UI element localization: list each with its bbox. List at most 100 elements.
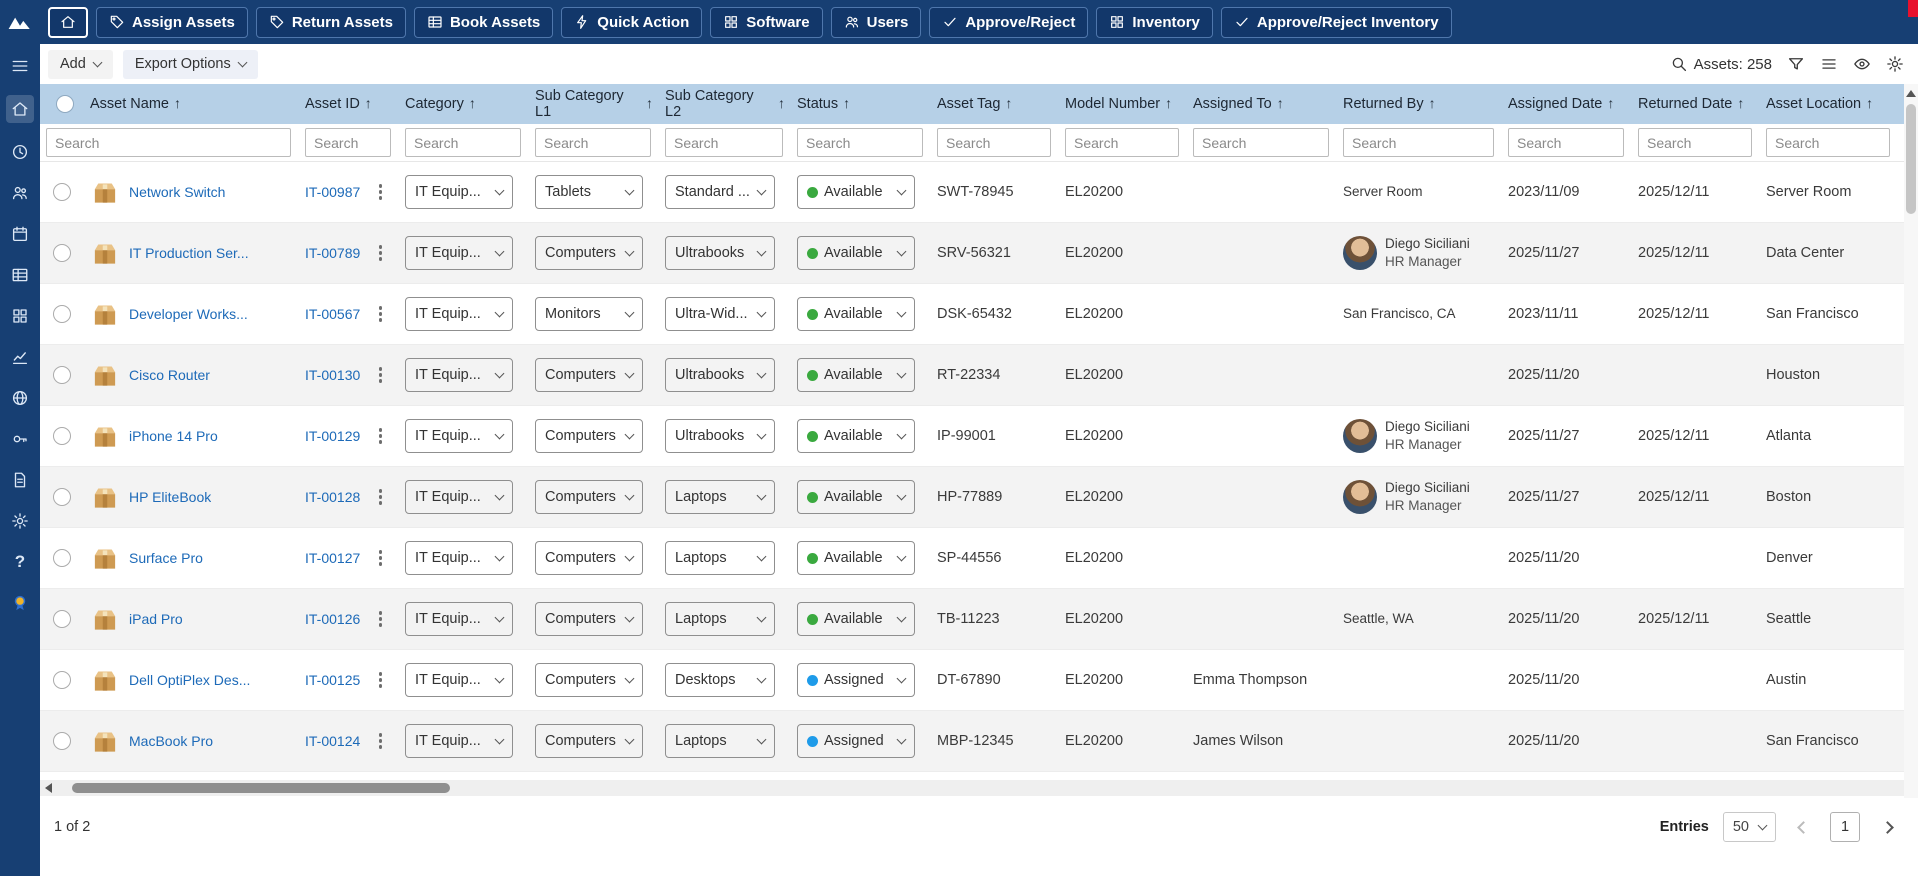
current-page-button[interactable]: 1 — [1830, 812, 1860, 842]
row-menu-icon[interactable] — [376, 547, 386, 569]
inventory-button[interactable]: Inventory — [1096, 6, 1213, 38]
assign-assets-button[interactable]: Assign Assets — [96, 6, 248, 38]
search-input-status[interactable] — [797, 128, 923, 157]
vertical-scrollbar-thumb[interactable] — [1906, 104, 1916, 214]
sidebar-item-rewards[interactable] — [6, 591, 34, 615]
sort-asc-icon[interactable] — [646, 96, 653, 112]
search-input-category[interactable] — [405, 128, 521, 157]
book-assets-button[interactable]: Book Assets — [413, 6, 554, 38]
sort-asc-icon[interactable] — [1737, 96, 1744, 112]
sidebar-item-tools[interactable] — [6, 427, 34, 451]
status-dropdown[interactable]: Available — [797, 541, 915, 575]
sub-category-l1-dropdown[interactable]: Tablets — [535, 175, 643, 209]
software-button[interactable]: Software — [710, 6, 823, 38]
sidebar-item-reports[interactable] — [6, 345, 34, 369]
prev-page-button[interactable] — [1790, 814, 1816, 840]
sidebar-item-documents[interactable] — [6, 468, 34, 492]
col-header-sub-category-l1[interactable]: Sub Category L1 — [529, 84, 659, 124]
row-select-radio[interactable] — [53, 305, 71, 323]
col-header-sub-category-l2[interactable]: Sub Category L2 — [659, 84, 791, 124]
return-assets-button[interactable]: Return Assets — [255, 6, 406, 38]
status-dropdown[interactable]: Available — [797, 419, 915, 453]
asset-id-link[interactable]: IT-00126 — [305, 611, 360, 627]
asset-name-link[interactable]: Surface Pro — [129, 550, 203, 566]
col-header-status[interactable]: Status — [791, 84, 931, 124]
asset-id-link[interactable]: IT-00127 — [305, 550, 360, 566]
sidebar-item-settings[interactable] — [6, 509, 34, 533]
status-dropdown[interactable]: Available — [797, 297, 915, 331]
row-select-radio[interactable] — [53, 366, 71, 384]
sub-category-l2-dropdown[interactable]: Ultrabooks — [665, 358, 775, 392]
asset-name-link[interactable]: Dell OptiPlex Des... — [129, 672, 250, 688]
asset-name-link[interactable]: Network Switch — [129, 184, 225, 200]
asset-name-link[interactable]: Cisco Router — [129, 367, 210, 383]
col-header-returned-date[interactable]: Returned Date — [1632, 84, 1760, 124]
sub-category-l1-dropdown[interactable]: Computers — [535, 663, 643, 697]
status-dropdown[interactable]: Available — [797, 480, 915, 514]
scroll-left-arrow[interactable] — [45, 783, 52, 793]
asset-name-link[interactable]: HP EliteBook — [129, 489, 211, 505]
col-header-model-number[interactable]: Model Number — [1059, 84, 1187, 124]
sidebar-item-home[interactable] — [6, 95, 34, 123]
col-header-assigned-date[interactable]: Assigned Date — [1502, 84, 1632, 124]
asset-id-link[interactable]: IT-00130 — [305, 367, 360, 383]
sub-category-l2-dropdown[interactable]: Laptops — [665, 724, 775, 758]
search-input-returned-by[interactable] — [1343, 128, 1494, 157]
sidebar-item-web[interactable] — [6, 386, 34, 410]
status-dropdown[interactable]: Assigned — [797, 663, 915, 697]
row-select-radio[interactable] — [53, 183, 71, 201]
search-input-sub-category-l1[interactable] — [535, 128, 651, 157]
row-menu-icon[interactable] — [376, 242, 386, 264]
search-input-model-number[interactable] — [1065, 128, 1179, 157]
sub-category-l2-dropdown[interactable]: Ultrabooks — [665, 236, 775, 270]
horizontal-scrollbar-thumb[interactable] — [72, 783, 450, 793]
list-view-icon[interactable] — [1820, 55, 1838, 73]
asset-name-link[interactable]: iPhone 14 Pro — [129, 428, 218, 444]
category-dropdown[interactable]: IT Equip... — [405, 419, 513, 453]
sub-category-l1-dropdown[interactable]: Computers — [535, 419, 643, 453]
asset-name-link[interactable]: Developer Works... — [129, 306, 248, 322]
status-dropdown[interactable]: Available — [797, 358, 915, 392]
sub-category-l2-dropdown[interactable]: Laptops — [665, 602, 775, 636]
col-header-asset-tag[interactable]: Asset Tag — [931, 84, 1059, 124]
sidebar-item-users[interactable] — [6, 181, 34, 205]
sort-asc-icon[interactable] — [778, 96, 785, 112]
row-select-radio[interactable] — [53, 610, 71, 628]
sidebar-item-recent[interactable] — [6, 140, 34, 164]
sub-category-l1-dropdown[interactable]: Computers — [535, 358, 643, 392]
col-header-returned-by[interactable]: Returned By — [1337, 84, 1502, 124]
users-button[interactable]: Users — [830, 6, 922, 38]
sidebar-item-help[interactable] — [6, 550, 34, 574]
asset-name-link[interactable]: MacBook Pro — [129, 733, 213, 749]
row-menu-icon[interactable] — [376, 486, 386, 508]
search-icon[interactable] — [1670, 55, 1688, 73]
scroll-up-arrow[interactable] — [1906, 90, 1916, 97]
asset-id-link[interactable]: IT-00789 — [305, 245, 360, 261]
row-menu-icon[interactable] — [376, 669, 386, 691]
search-input-asset-name[interactable] — [46, 128, 291, 157]
search-input-asset-location[interactable] — [1766, 128, 1890, 157]
sidebar-item-calendar[interactable] — [6, 222, 34, 246]
sub-category-l2-dropdown[interactable]: Laptops — [665, 541, 775, 575]
category-dropdown[interactable]: IT Equip... — [405, 175, 513, 209]
category-dropdown[interactable]: IT Equip... — [405, 541, 513, 575]
category-dropdown[interactable]: IT Equip... — [405, 663, 513, 697]
category-dropdown[interactable]: IT Equip... — [405, 297, 513, 331]
sort-asc-icon[interactable] — [1607, 96, 1614, 112]
sub-category-l1-dropdown[interactable]: Computers — [535, 724, 643, 758]
col-header-asset-id[interactable]: Asset ID — [299, 84, 399, 124]
col-header-category[interactable]: Category — [399, 84, 529, 124]
asset-id-link[interactable]: IT-00987 — [305, 184, 360, 200]
add-button[interactable]: Add — [48, 49, 113, 79]
category-dropdown[interactable]: IT Equip... — [405, 724, 513, 758]
category-dropdown[interactable]: IT Equip... — [405, 358, 513, 392]
entries-per-page-select[interactable]: 50 — [1722, 812, 1776, 842]
status-dropdown[interactable]: Assigned — [797, 724, 915, 758]
home-button[interactable] — [48, 6, 88, 38]
col-header-asset-location[interactable]: Asset Location — [1760, 84, 1898, 124]
sub-category-l2-dropdown[interactable]: Ultra-Wid... — [665, 297, 775, 331]
row-menu-icon[interactable] — [376, 730, 386, 752]
status-dropdown[interactable]: Available — [797, 602, 915, 636]
category-dropdown[interactable]: IT Equip... — [405, 236, 513, 270]
quick-action-button[interactable]: Quick Action — [561, 6, 703, 38]
